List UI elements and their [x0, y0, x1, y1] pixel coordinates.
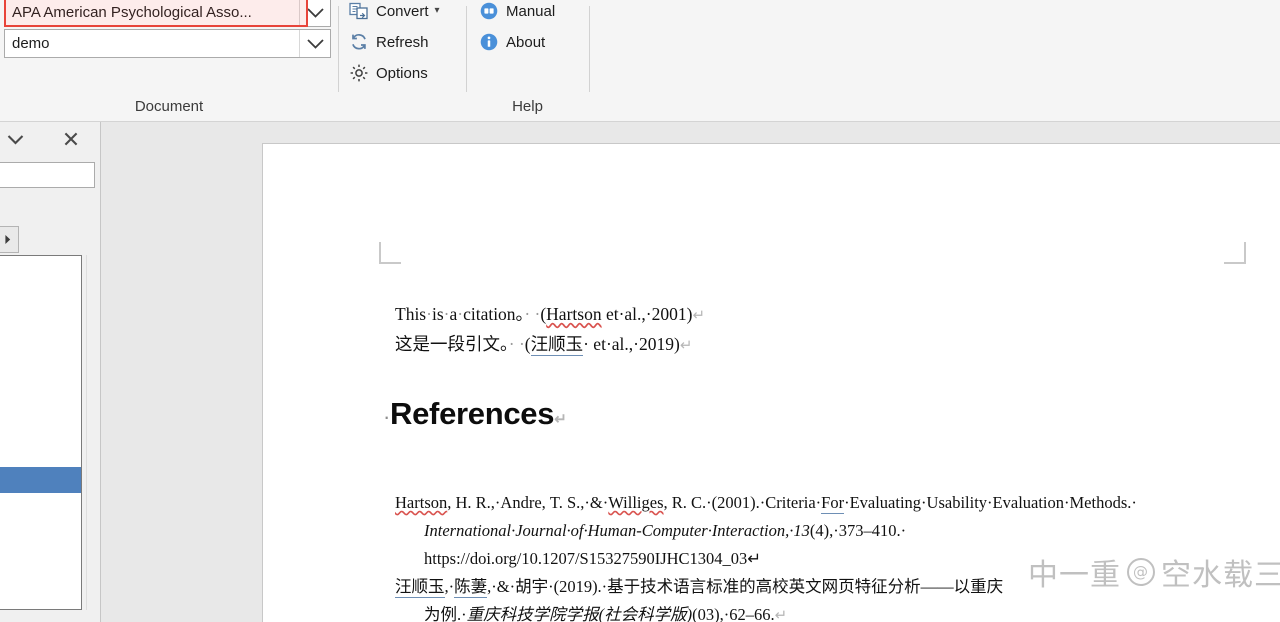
cite-zh-open: (: [524, 334, 531, 354]
cite-en-author: Hartson: [546, 304, 602, 324]
manual-icon: [478, 0, 500, 22]
group-separator: [466, 6, 467, 92]
convert-icon: [348, 0, 370, 22]
convert-button[interactable]: Convert ▾: [348, 0, 440, 25]
citation-line-en[interactable]: This·is·a·citation。· ·(Hartson et·al.,·2…: [395, 300, 1280, 330]
group-label-help: Help: [512, 98, 543, 115]
list-item[interactable]: 校的高...: [0, 493, 81, 519]
paragraph-mark: ↵: [774, 608, 788, 622]
list-item[interactable]: er's de...: [0, 389, 81, 415]
bib-line[interactable]: https://doi.org/10.1207/S15327590IJHC130…: [395, 545, 1275, 573]
bib-zh-pages: (03),·62–66.: [692, 605, 775, 622]
bib-journal: International·Journal·of·Human-Computer·…: [424, 521, 810, 540]
margin-marker-right: [1224, 242, 1246, 264]
bib-line-end: ·Evaluating·Usability·Evaluation·Methods…: [844, 493, 1137, 512]
cite-en-mid: is: [431, 304, 444, 324]
bib-author-1: Hartson: [395, 493, 448, 512]
chevron-down-icon[interactable]: [299, 30, 330, 57]
list-item[interactable]: fect: A ...: [0, 363, 81, 389]
references-heading-text: References: [390, 396, 555, 431]
reference-list[interactable]: uating ... g right... rrent l... unicat.…: [0, 255, 82, 610]
bib-line: International·Journal·of·Human-Computer·…: [395, 517, 1275, 545]
document-canvas: This·is·a·citation。· ·(Hartson et·al.,·2…: [101, 122, 1280, 622]
bib-line-tail: , R. C.·(2001).·Criteria·: [663, 493, 822, 512]
chevron-down-icon[interactable]: ▾: [435, 6, 440, 16]
citation-style-value: APA American Psychological Asso...: [12, 4, 252, 21]
list-item[interactable]: ner's D...: [0, 415, 81, 441]
bibliography-entry[interactable]: Hartson, H. R.,·Andre, T. S.,·&·Williges…: [395, 489, 1275, 573]
cite-zh-rest: · et·al.,·2019): [583, 334, 680, 354]
chevron-down-icon[interactable]: [299, 0, 330, 26]
citation-style-combobox[interactable]: APA American Psychological Asso...: [4, 0, 331, 27]
page-title[interactable]: ·References↵: [383, 396, 567, 432]
cite-zh-lead: 这是一段引文。: [395, 334, 509, 354]
scroll-right-button[interactable]: [0, 226, 19, 253]
list-item[interactable]: uating ...: [0, 259, 81, 285]
options-label: Options: [376, 64, 428, 82]
bib-volume: (4),·373–410.·: [809, 521, 907, 540]
gear-icon: [348, 62, 370, 84]
cite-en-rest: et·al.,·2001): [601, 304, 693, 324]
paragraph-mark: ↵: [692, 308, 706, 324]
document-page[interactable]: This·is·a·citation。· ·(Hartson et·al.,·2…: [262, 143, 1280, 622]
group-label-document: Document: [134, 98, 204, 115]
bib-link-word: For: [821, 493, 845, 514]
citation-line-zh[interactable]: 这是一段引文。· ·(汪顺玉· et·al.,·2019)↵: [395, 330, 1280, 360]
list-item[interactable]: rrent l...: [0, 311, 81, 337]
bibliography-entry[interactable]: 汪顺玉,·陈萋,·&·胡宇·(2019).·基于技术语言标准的高校英文网页特征分…: [395, 573, 1275, 622]
list-scrollbar[interactable]: [86, 255, 99, 610]
list-item[interactable]: g right...: [0, 285, 81, 311]
space-dot: ·: [383, 404, 391, 429]
manual-button[interactable]: Manual: [478, 0, 555, 25]
cite-en-word: citation。: [463, 304, 525, 324]
document-value: demo: [12, 35, 50, 52]
bib-line: 汪顺玉,·陈萋,·&·胡宇·(2019).·基于技术语言标准的高校英文网页特征分…: [395, 573, 1275, 601]
bib-line-rest: , H. R.,·Andre, T. S.,·&·: [447, 493, 609, 512]
bib-line: 为例.·重庆科技学院学报(社会科学版)(03),·62–66.↵: [395, 601, 1275, 622]
search-input[interactable]: es... (F8): [0, 162, 95, 188]
document-combobox[interactable]: demo: [4, 29, 331, 58]
about-button[interactable]: About: [478, 28, 545, 56]
bibliography: Hartson, H. R.,·Andre, T. S.,·&·Williges…: [395, 489, 1275, 622]
bib-zh-author-1: 汪顺玉: [395, 577, 445, 598]
bib-line: Hartson, H. R.,·Andre, T. S.,·&·Williges…: [395, 489, 1275, 517]
ribbon-toolbar: APA American Psychological Asso... demo …: [0, 0, 1280, 122]
list-item[interactable]: unicat...: [0, 337, 81, 363]
chevron-down-icon[interactable]: [2, 127, 28, 151]
refresh-button[interactable]: Refresh: [348, 28, 429, 56]
margin-marker-left: [379, 242, 401, 264]
refresh-icon: [348, 31, 370, 53]
bib-zh-sep1: ,·: [444, 577, 455, 596]
convert-label: Convert: [376, 2, 429, 20]
bib-zh-journal: 重庆科技学院学报(社会科学版): [466, 605, 693, 622]
bib-zh-rest: ,·&·胡宇·(2019).·基于技术语言标准的高校英文网页特征分析——以重庆: [487, 577, 1004, 596]
list-item-selected[interactable]: 校的高...: [0, 467, 81, 493]
bib-author-2: Williges: [608, 493, 664, 512]
space-dot: · ·: [508, 334, 525, 354]
citation-paragraphs: This·is·a·citation。· ·(Hartson et·al.,·2…: [395, 300, 1280, 360]
group-separator: [338, 6, 339, 92]
info-icon: [478, 31, 500, 53]
panel-tabstrip: e Cha: [0, 226, 100, 253]
side-panel-titlebar: [0, 122, 100, 156]
cite-en-lead: This: [395, 304, 427, 324]
citation-side-panel: es... (F8) anced▾ e Cha uating ... g rig…: [0, 122, 101, 622]
bib-zh-tail-lead: 为例.·: [424, 605, 467, 622]
close-icon[interactable]: [58, 127, 84, 151]
refresh-label: Refresh: [376, 33, 429, 51]
bib-doi: https://doi.org/10.1207/S15327590IJHC130…: [424, 549, 762, 568]
bib-zh-author-2: 陈萋: [454, 577, 488, 598]
space-dot: · ·: [524, 304, 541, 324]
list-item[interactable]: ns Lear...: [0, 441, 81, 467]
group-separator: [589, 6, 590, 92]
about-label: About: [506, 33, 546, 51]
paragraph-mark: ↵: [554, 411, 567, 428]
manual-label: Manual: [506, 2, 556, 20]
cite-zh-author: 汪顺玉: [530, 334, 584, 356]
options-button[interactable]: Options: [348, 59, 428, 87]
paragraph-mark: ↵: [679, 338, 693, 354]
